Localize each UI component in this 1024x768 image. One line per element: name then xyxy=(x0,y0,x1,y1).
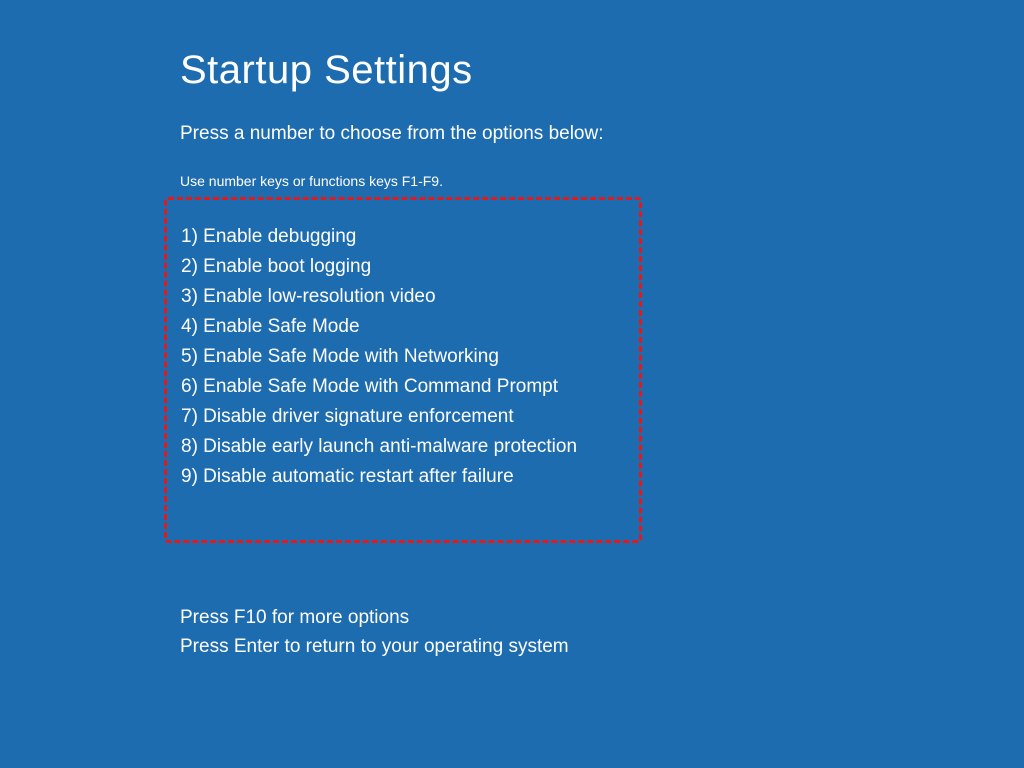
startup-settings-screen: Startup Settings Press a number to choos… xyxy=(0,0,1024,661)
option-8[interactable]: 8) Disable early launch anti-malware pro… xyxy=(181,432,625,462)
more-options-line: Press F10 for more options xyxy=(180,603,1024,632)
option-5[interactable]: 5) Enable Safe Mode with Networking xyxy=(181,342,625,372)
option-3[interactable]: 3) Enable low-resolution video xyxy=(181,282,625,312)
hint: Use number keys or functions keys F1-F9. xyxy=(180,173,1024,189)
option-1[interactable]: 1) Enable debugging xyxy=(181,222,625,252)
option-9[interactable]: 9) Disable automatic restart after failu… xyxy=(181,462,625,492)
page-title: Startup Settings xyxy=(180,48,1024,93)
option-2[interactable]: 2) Enable boot logging xyxy=(181,252,625,282)
options-highlight-box: 1) Enable debugging 2) Enable boot loggi… xyxy=(164,197,642,543)
option-4[interactable]: 4) Enable Safe Mode xyxy=(181,312,625,342)
footer-instructions: Press F10 for more options Press Enter t… xyxy=(180,603,1024,661)
return-line: Press Enter to return to your operating … xyxy=(180,632,1024,661)
option-6[interactable]: 6) Enable Safe Mode with Command Prompt xyxy=(181,372,625,402)
options-list: 1) Enable debugging 2) Enable boot loggi… xyxy=(181,222,625,492)
subtitle: Press a number to choose from the option… xyxy=(180,123,1024,145)
option-7[interactable]: 7) Disable driver signature enforcement xyxy=(181,402,625,432)
